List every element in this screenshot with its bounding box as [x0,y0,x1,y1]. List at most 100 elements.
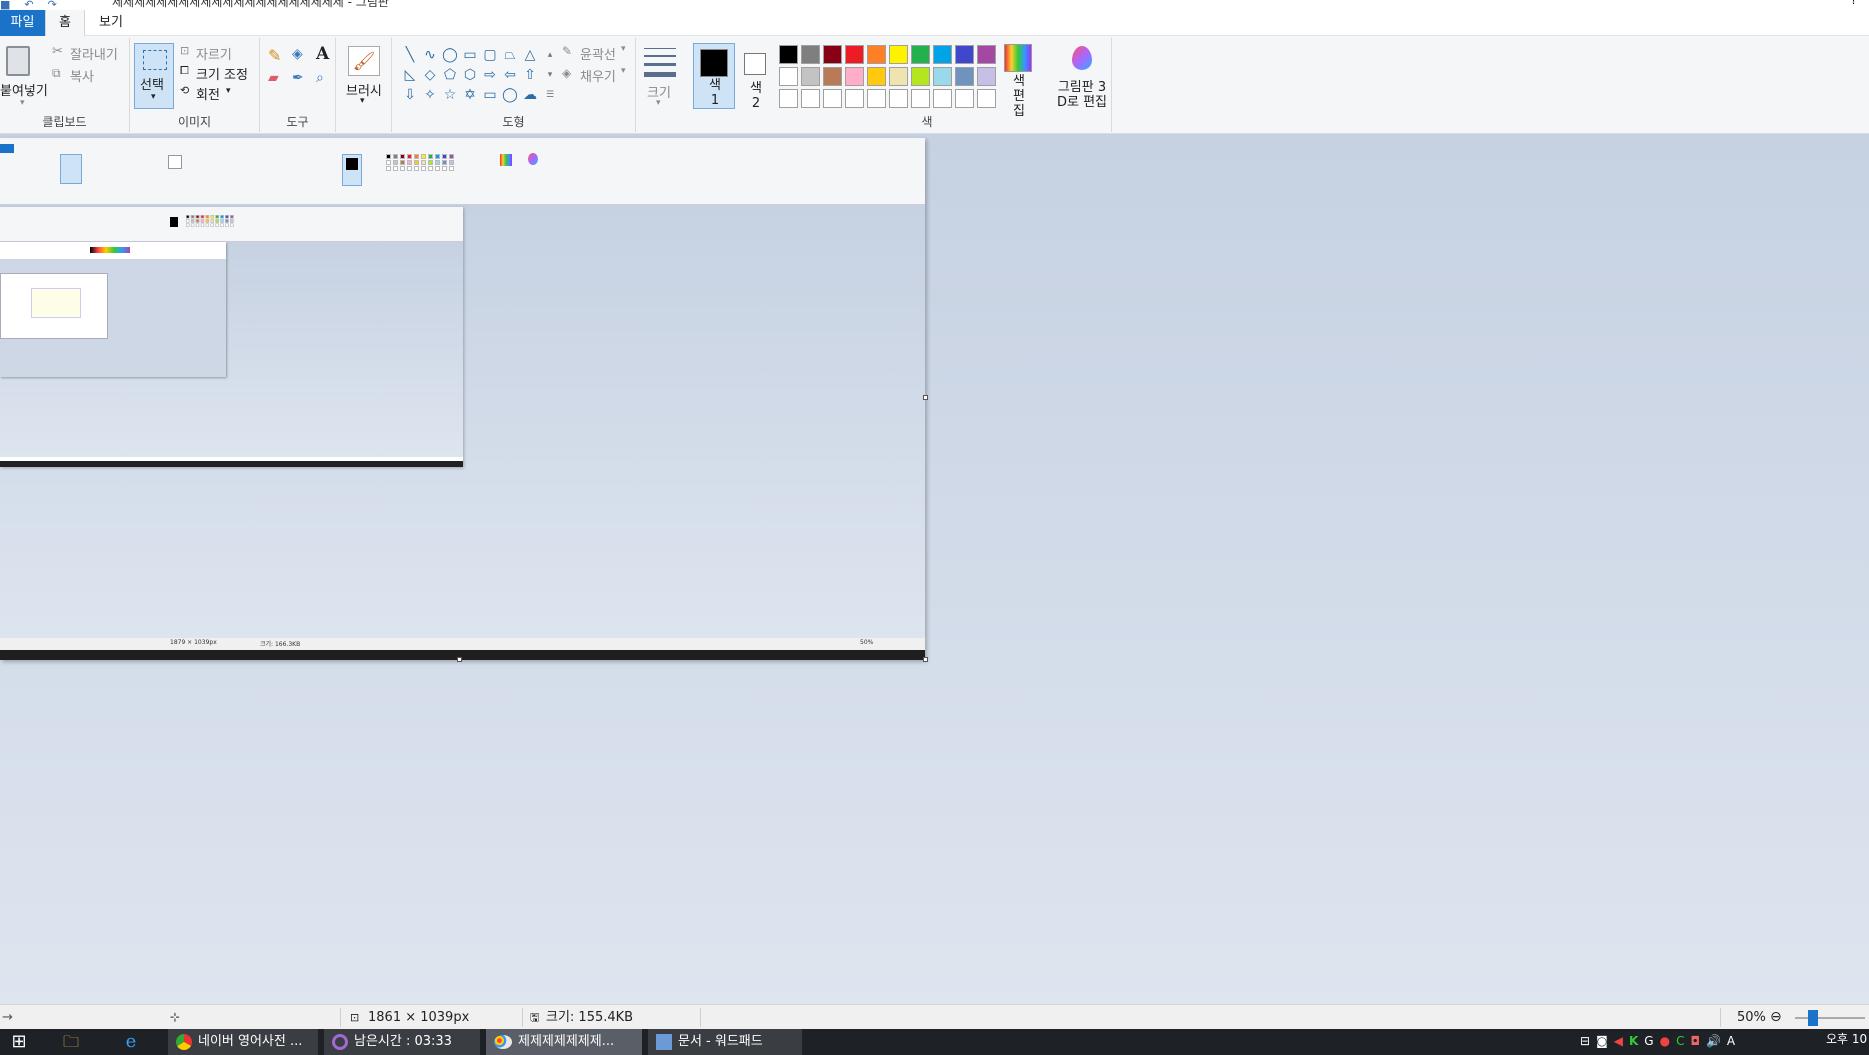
help-icon[interactable]: ? [1851,0,1857,7]
right-triangle-shape-icon[interactable]: ◺ [400,65,420,85]
cut-button[interactable]: 잘라내기 [70,44,118,63]
scroll-down-icon[interactable]: ▾ [540,65,560,85]
taskbar-item-paint[interactable]: 제제제제제제제... [486,1029,642,1055]
paste-button[interactable]: 붙여넣기 [0,80,48,99]
tray-c-icon[interactable]: C [1676,1034,1684,1048]
palette-swatch[interactable] [889,89,908,108]
palette-swatch[interactable] [911,67,930,86]
copy-button[interactable]: 복사 [70,66,94,85]
zoom-out-icon[interactable]: ⊖ [1770,1005,1782,1030]
palette-swatch[interactable] [977,89,996,108]
paste-icon[interactable] [6,46,30,76]
resize-handle-right[interactable] [923,395,928,400]
edit-with-paint3d-button[interactable]: 그림판 3 D로 편집 [1052,80,1112,110]
palette-swatch[interactable] [955,45,974,64]
internet-explorer-icon[interactable]: e [116,1029,146,1055]
line-shape-icon[interactable]: ╲ [400,45,420,65]
palette-swatch[interactable] [867,67,886,86]
redo-icon[interactable]: ↷ [48,0,57,10]
palette-swatch[interactable] [823,67,842,86]
hexagon-shape-icon[interactable]: ⬡ [460,65,480,85]
palette-swatch[interactable] [867,89,886,108]
down-arrow-shape-icon[interactable]: ⇩ [400,85,420,105]
file-explorer-icon[interactable]: 🗀 [56,1029,86,1055]
palette-swatch[interactable] [933,67,952,86]
save-icon[interactable]: ■ [0,0,10,10]
tray-g-icon[interactable]: G [1644,1034,1653,1048]
rotate-button[interactable]: 회전 [196,84,220,103]
scroll-up-icon[interactable]: ▴ [540,45,560,65]
pentagon-shape-icon[interactable]: ⬠ [440,65,460,85]
zoom-slider[interactable] [1795,1017,1865,1019]
tray-app-icon[interactable]: ◙ [1596,1034,1608,1048]
palette-swatch[interactable] [823,45,842,64]
five-point-star-icon[interactable]: ☆ [440,85,460,105]
zoom-slider-thumb[interactable] [1808,1010,1818,1026]
oval-shape-icon[interactable]: ◯ [440,45,460,65]
canvas-area[interactable]: 1879 × 1039px 크기: 166.3KB 50% [0,134,1869,1004]
tab-view[interactable]: 보기 [90,10,132,36]
resize-handle-bottom[interactable] [457,657,462,662]
taskbar-item-wordpad[interactable]: 문서 - 워드패드 [648,1029,802,1055]
palette-swatch[interactable] [801,67,820,86]
palette-swatch[interactable] [911,45,930,64]
polygon-shape-icon[interactable]: ⏢ [500,45,520,65]
palette-swatch[interactable] [955,67,974,86]
six-point-star-icon[interactable]: ✡ [460,85,480,105]
tab-home[interactable]: 홈 [45,10,85,36]
left-arrow-shape-icon[interactable]: ⇦ [500,65,520,85]
palette-swatch[interactable] [889,67,908,86]
color-picker-icon[interactable]: ✒ [292,70,304,86]
callout-oval-icon[interactable]: ◯ [500,85,520,105]
palette-swatch[interactable] [779,89,798,108]
palette-swatch[interactable] [867,45,886,64]
rectangle-shape-icon[interactable]: ▭ [460,45,480,65]
callout-cloud-icon[interactable]: ☁ [520,85,540,105]
palette-swatch[interactable] [911,89,930,108]
resize-handle-corner[interactable] [923,657,928,662]
palette-swatch[interactable] [955,89,974,108]
ime-icon[interactable]: A [1727,1034,1735,1048]
palette-swatch[interactable] [933,45,952,64]
up-arrow-shape-icon[interactable]: ⇧ [520,65,540,85]
outline-button[interactable]: 윤곽선 [580,44,616,63]
chevron-down-icon[interactable]: ▾ [621,66,626,76]
crop-button[interactable]: 자르기 [196,44,232,63]
diamond-shape-icon[interactable]: ◇ [420,65,440,85]
palette-swatch[interactable] [801,45,820,64]
color2-button[interactable]: 색 2 [740,43,772,111]
taskbar-item-timer[interactable]: 남은시간 : 03:33 [324,1029,480,1055]
brush-icon[interactable]: 🖌 [348,46,380,76]
color1-button[interactable]: 색 1 [693,43,735,109]
tray-record-icon[interactable]: ● [1660,1034,1670,1048]
palette-swatch[interactable] [977,67,996,86]
palette-swatch[interactable] [845,67,864,86]
windows-start-icon[interactable]: ⊞ [6,1029,32,1055]
four-point-star-icon[interactable]: ✧ [420,85,440,105]
palette-swatch[interactable] [779,45,798,64]
undo-icon[interactable]: ↶ [24,0,33,10]
pencil-icon[interactable]: ✎ [268,46,281,65]
fill-button[interactable]: 채우기 [580,66,616,85]
tray-k-icon[interactable]: K [1629,1034,1638,1048]
size-button[interactable]: 크기 ▾ [640,42,680,112]
chevron-down-icon[interactable]: ▾ [621,44,626,54]
palette-swatch[interactable] [779,67,798,86]
chevron-down-icon[interactable]: ▾ [360,96,365,106]
eraser-icon[interactable]: ▰ [268,70,279,86]
canvas-image[interactable]: 1879 × 1039px 크기: 166.3KB 50% [0,138,925,660]
fill-bucket-icon[interactable]: ◈ [292,46,303,62]
magnifier-icon[interactable]: ⌕ [316,70,324,86]
select-button[interactable]: 선택 ▾ [134,43,174,109]
curve-shape-icon[interactable]: ∿ [420,45,440,65]
right-arrow-shape-icon[interactable]: ⇨ [480,65,500,85]
rounded-rect-shape-icon[interactable]: ▢ [480,45,500,65]
paint3d-icon[interactable] [1070,44,1094,72]
palette-swatch[interactable] [845,45,864,64]
menu-file[interactable]: 파일 [0,10,45,36]
expand-gallery-icon[interactable]: ☰ [540,85,560,105]
palette-swatch[interactable] [801,89,820,108]
text-tool-icon[interactable]: A [316,44,329,64]
chevron-down-icon[interactable]: ▾ [20,98,25,108]
palette-swatch[interactable] [977,45,996,64]
